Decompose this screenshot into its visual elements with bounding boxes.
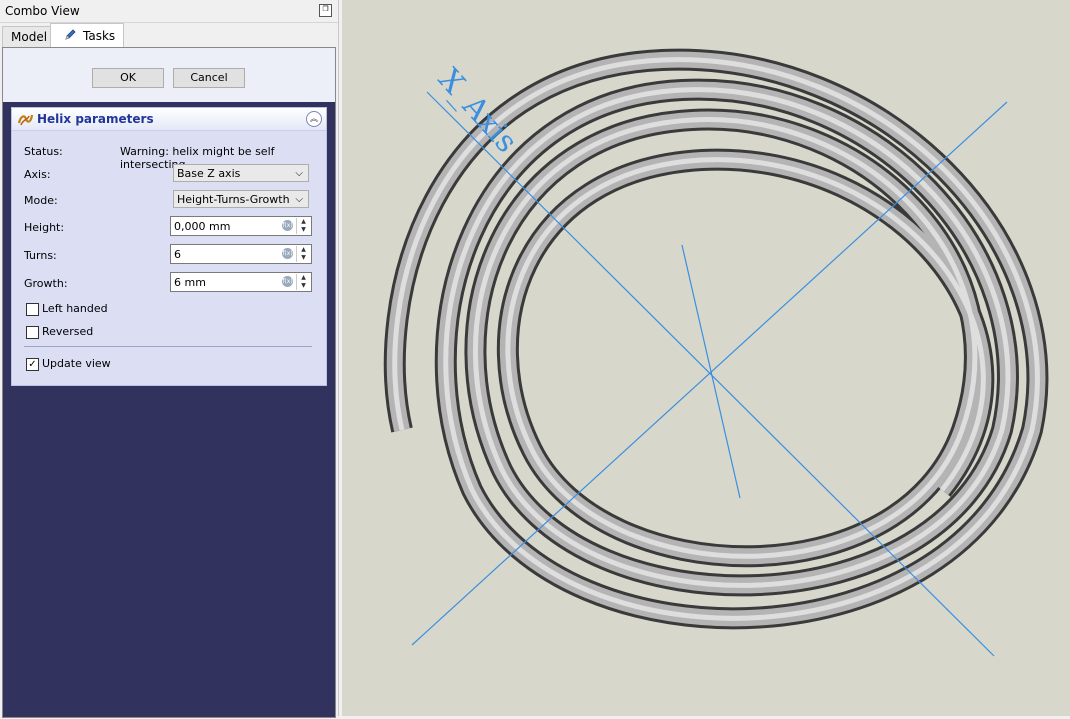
height-label: Height: [24,221,65,234]
helix-parameters-title: Helix parameters [37,112,154,126]
mode-select[interactable]: Height-Turns-Growth ⌵ [173,190,309,208]
stepper[interactable]: ▲ ▼ [296,218,310,234]
update-view-checkbox[interactable]: ✓ [26,358,39,371]
tab-tasks[interactable]: Tasks [50,23,124,48]
growth-spinbox[interactable]: 6 mm f(x) ▲ ▼ [170,272,312,292]
left-handed-checkbox[interactable] [26,303,39,316]
stepper[interactable]: ▲ ▼ [296,274,310,290]
task-button-row: OK Cancel [3,48,335,102]
helix-model-view[interactable]: X_Axis [342,0,1070,716]
combo-view-panel: Combo View ❐ Model Tasks OK Cancel Helix… [0,0,339,718]
divider [24,346,312,347]
chevron-down-icon: ⌵ [295,194,303,205]
axis-select-value: Base Z axis [177,167,241,180]
restore-window-icon[interactable]: ❐ [319,4,332,17]
tab-model[interactable]: Model [2,26,52,47]
pencil-icon [65,29,76,40]
reversed-checkbox[interactable] [26,326,39,339]
helix-parameters-header[interactable]: Helix parameters ︽ [12,108,326,131]
collapse-up-icon[interactable]: ︽ [306,111,322,127]
left-handed-label: Left handed [42,302,108,315]
combo-view-titlebar: Combo View ❐ [0,0,338,23]
stepper[interactable]: ▲ ▼ [296,246,310,262]
turns-spinbox[interactable]: 6 f(x) ▲ ▼ [170,244,312,264]
height-spinbox[interactable]: 0,000 mm f(x) ▲ ▼ [170,216,312,236]
combo-tabs: Model Tasks [0,23,338,48]
combo-view-title: Combo View [5,4,80,18]
chevron-down-icon: ⌵ [295,168,303,179]
cancel-button[interactable]: Cancel [173,68,245,88]
tab-model-label: Model [11,30,48,44]
axis-label: Axis: [24,168,51,181]
expression-icon[interactable]: f(x) [282,276,293,287]
helix-parameters-panel: Helix parameters ︽ Status: Warning: heli… [11,107,327,386]
helix-icon [17,114,34,126]
z-axis-line [681,244,741,499]
expression-icon[interactable]: f(x) [282,220,293,231]
mode-select-value: Height-Turns-Growth [177,193,290,206]
growth-label: Growth: [24,277,68,290]
tab-tasks-label: Tasks [83,29,116,43]
mode-label: Mode: [24,194,58,207]
expression-icon[interactable]: f(x) [282,248,293,259]
task-panel: OK Cancel Helix parameters ︽ Status: War… [2,47,336,718]
growth-value: 6 mm [174,276,206,289]
axis-select[interactable]: Base Z axis ⌵ [173,164,309,182]
3d-viewport[interactable]: X_Axis [342,0,1070,716]
height-value: 0,000 mm [174,220,231,233]
update-view-label: Update view [42,357,111,370]
reversed-label: Reversed [42,325,94,338]
ok-button[interactable]: OK [92,68,164,88]
turns-value: 6 [174,248,181,261]
status-label: Status: [24,145,63,158]
turns-label: Turns: [24,249,57,262]
